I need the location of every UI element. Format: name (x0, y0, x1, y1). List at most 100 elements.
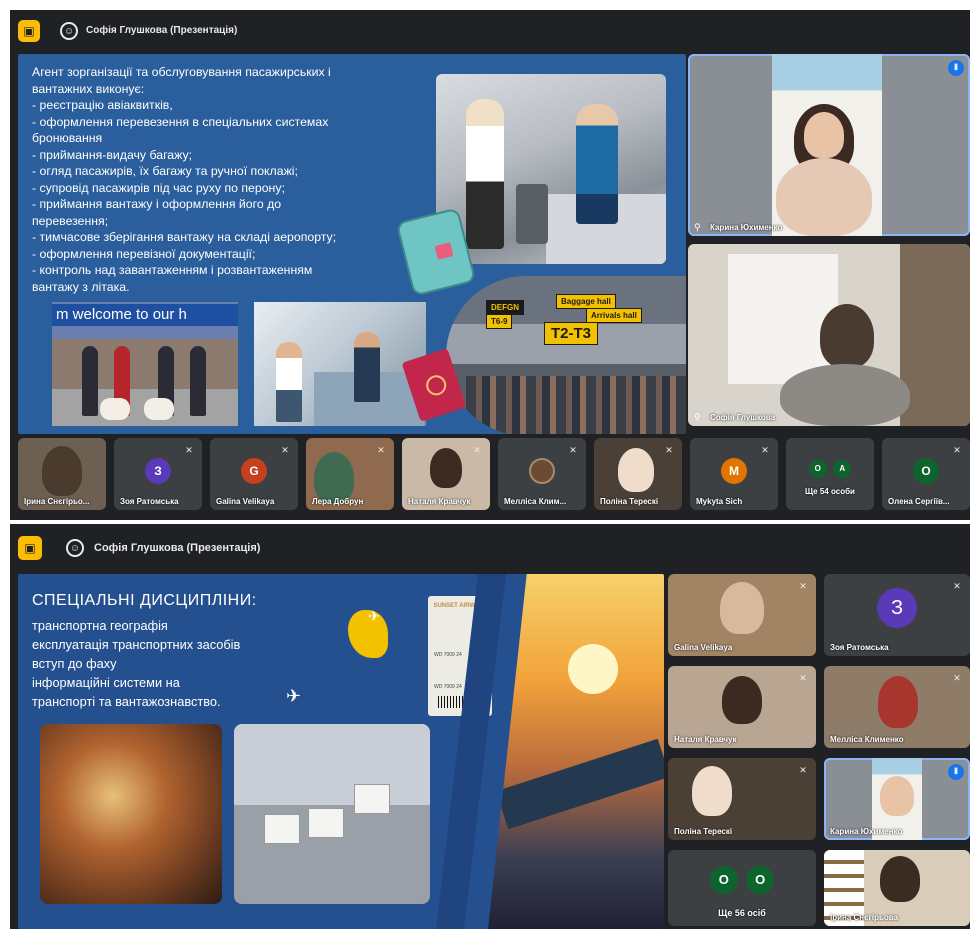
sign-baggage: Baggage hall (556, 294, 616, 309)
participant-name: Мелліса Клим... (504, 497, 567, 506)
participant-tile[interactable]: Ірина Снєгірьо... (18, 438, 106, 510)
globe-photo (40, 724, 222, 904)
participant-tile[interactable]: ✕ Поліна Терескі (594, 438, 682, 510)
mic-off-icon: ✕ (185, 445, 193, 455)
presenter-avatar-icon: ☺ (66, 539, 84, 557)
more-participants-label: Ще 56 осіб (718, 908, 766, 918)
mini-avatars: O O (668, 866, 816, 894)
slide-line: - огляд пасажирів, їх багажу та ручної п… (32, 164, 298, 178)
participant-name: Наталя Кравчук (674, 735, 737, 744)
presenter-name: Софія Глушкова (Презентація) (86, 25, 238, 36)
participant-avatar: O (709, 866, 738, 894)
more-participants-tile[interactable]: O O Ще 56 осіб (668, 850, 816, 926)
cargo-plane-photo (234, 724, 430, 904)
slide-line: - оформлення перевізної документації; (32, 246, 256, 261)
slide-line: - приймання-видачу багажу; (32, 147, 193, 162)
staff-figure (190, 346, 206, 416)
ticket-flight: WD 7009 24 (434, 652, 462, 658)
cargo-crate (354, 784, 390, 814)
mic-off-icon: ✕ (569, 445, 577, 455)
participant-face (880, 776, 914, 816)
mic-off-icon: ✕ (473, 445, 481, 455)
participant-name: Ірина Снєгірьова (830, 913, 899, 922)
passenger-figure (276, 342, 302, 422)
participant-tile[interactable]: ⦀ ⚲ Карина Юхименко (688, 54, 970, 236)
participant-tile[interactable]: ✕ Наталя Кравчук (668, 666, 816, 748)
participant-tile[interactable]: ✕ Galina Velikaya (668, 574, 816, 656)
participant-figure (820, 304, 874, 368)
participant-name: Зоя Ратомська (120, 497, 179, 506)
presenter-avatar-icon: ☺ (60, 22, 78, 40)
mic-off-icon: ✕ (281, 445, 289, 455)
participant-tile[interactable]: ✕ З Зоя Ратомська (824, 574, 970, 656)
participant-avatar: O (746, 866, 775, 894)
participant-figure (42, 446, 82, 496)
slide-line: - супровід пасажирів під час руху по пер… (32, 180, 285, 195)
sun (568, 644, 618, 694)
slide-line: вантажу з літака. (32, 279, 130, 294)
mic-off-icon: ✕ (953, 581, 961, 591)
participant-name: Ірина Снєгірьо... (24, 497, 90, 506)
participant-name: Поліна Терескі (674, 827, 733, 836)
slide-item: транспорті та вантажознавство. (32, 694, 221, 709)
participant-name: Олена Сергіїв... (888, 497, 950, 506)
cargo-crate (264, 814, 300, 844)
pin-icon[interactable]: ⚲ (694, 412, 701, 423)
sign-arrivals: Arrivals hall (586, 308, 642, 323)
participant-figure (722, 676, 762, 724)
presentation-topbar: ▣ ☺ Софія Глушкова (Презентація) (10, 10, 970, 50)
slide-item: інформаційні системи на (32, 675, 180, 690)
participant-tile[interactable]: ✕ Поліна Терескі (668, 758, 816, 840)
speaking-indicator-icon: ⦀ (948, 764, 964, 780)
participant-tile[interactable]: ✕ Мелліса Клименко (824, 666, 970, 748)
slide-item: вступ до фаху (32, 656, 117, 671)
participant-figure (618, 448, 654, 492)
slide-line: вантажних виконує: (32, 81, 145, 96)
participant-name: Лера Добрун (312, 497, 364, 506)
slide-items: транспортна географія експлуатація транс… (32, 616, 240, 711)
present-screen-icon[interactable]: ▣ (18, 536, 42, 560)
participant-avatar: З (145, 458, 171, 484)
participant-tile[interactable]: ✕ M Mykyta Sich (690, 438, 778, 510)
sign-t69: T6-9 (486, 314, 513, 329)
pin-icon[interactable]: ⚲ (694, 222, 701, 233)
checkin-photo (436, 74, 666, 264)
participant-tile[interactable]: ✕ G Galina Velikaya (210, 438, 298, 510)
participant-name: Мелліса Клименко (830, 735, 904, 744)
participant-tile[interactable]: ✕ Мелліса Клим... (498, 438, 586, 510)
meet-screenshot-2: ▣ ☺ Софія Глушкова (Презентація) СПЕЦІАЛ… (10, 524, 970, 929)
service-desk-photo (254, 302, 426, 426)
airplane-wing (495, 738, 664, 830)
participant-name: Mykyta Sich (696, 497, 743, 506)
participant-tile[interactable]: ✕ О Олена Сергіїв... (882, 438, 970, 510)
slide-item: транспортна географія (32, 618, 168, 633)
participant-avatar: O (808, 460, 827, 478)
present-screen-icon[interactable]: ▣ (18, 20, 40, 42)
participant-tile[interactable]: ⦀ Карина Юхименко (824, 758, 970, 840)
slide-line: - контроль над завантаженням і розвантаж… (32, 263, 313, 277)
mic-off-icon: ✕ (761, 445, 769, 455)
slide-line: Агент зорганізації та обслуговування пас… (32, 65, 331, 79)
participant-name: Карина Юхименко (830, 827, 903, 836)
airplane-icon: ✈ (286, 686, 302, 706)
window-light (728, 254, 838, 384)
mic-off-icon: ✕ (799, 673, 807, 683)
mic-off-icon: ✕ (953, 673, 961, 683)
presentation-topbar: ▣ ☺ Софія Глушкова (Презентація) (10, 524, 970, 570)
more-participants-tile[interactable]: O A Ще 54 особи (786, 438, 874, 510)
slide-item: експлуатація транспортних засобів (32, 637, 241, 652)
participant-tile[interactable]: ✕ Лера Добрун (306, 438, 394, 510)
luggage-figure (516, 184, 548, 244)
dog-figure (100, 398, 130, 420)
participant-tile[interactable]: ✕ Наталя Кравчук (402, 438, 490, 510)
participant-body (776, 158, 872, 236)
participant-tile[interactable]: ✕ З Зоя Ратомська (114, 438, 202, 510)
meet-screenshot-1: ▣ ☺ Софія Глушкова (Презентація) Агент з… (10, 10, 970, 520)
wardrobe (900, 244, 970, 426)
participant-name: Поліна Терескі (600, 497, 659, 506)
participant-name: Galina Velikaya (674, 643, 733, 652)
participant-tile[interactable]: Ірина Снєгірьова (824, 850, 970, 926)
welcome-banner: m welcome to our h (52, 304, 238, 326)
participant-tile[interactable]: ⚲ Софія Глушкова (688, 244, 970, 426)
mic-off-icon: ✕ (799, 765, 807, 775)
